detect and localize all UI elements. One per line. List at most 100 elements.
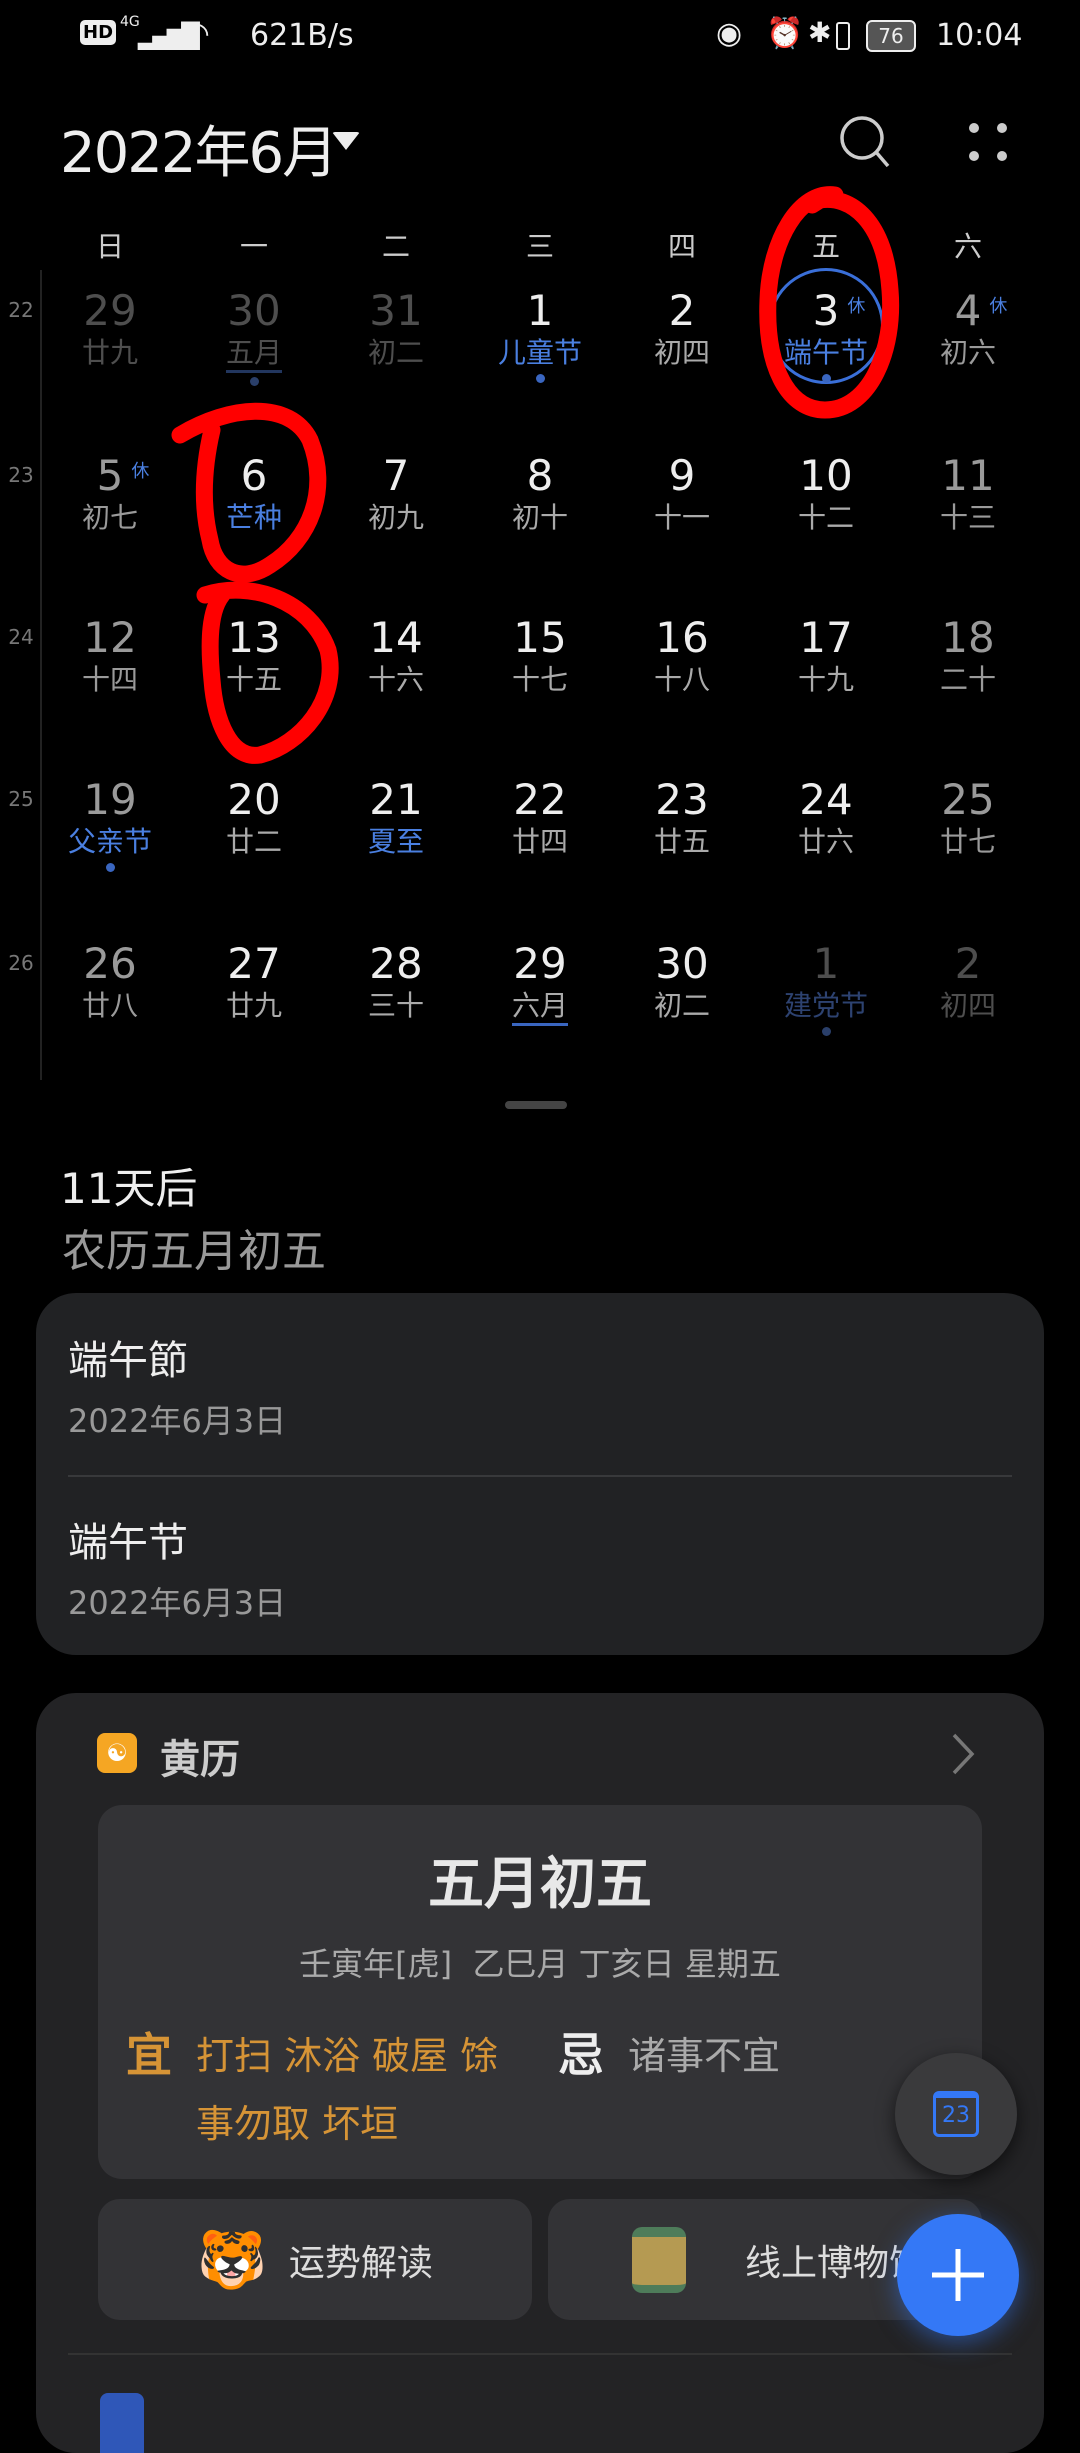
huangli-title[interactable]: 黄历 [160,1727,240,1785]
lunar-date: 廿六 [797,825,854,858]
day-number: 11 [941,451,994,501]
almanac-panel[interactable]: 五月初五 壬寅年[虎] 乙巳月 丁亥日 星期五 宜 打扫 沐浴 破屋 馀 事勿取… [98,1805,982,2179]
day-cell[interactable]: 15 十七 [470,613,610,763]
day-cell[interactable]: 23 廿五 [612,775,752,925]
day-number: 23 [655,775,708,825]
day-cell[interactable]: 1 建党节 [756,939,896,1089]
day-number-text: 2 [954,939,982,988]
day-cell[interactable]: 7 初九 [326,451,466,601]
weekday-header: 六 [953,230,982,263]
day-number: 25 [941,775,994,825]
day-number-text: 1 [526,286,554,335]
day-cell[interactable]: 2 初四 [898,939,1038,1089]
lunar-date: 夏至 [367,825,424,858]
day-number: 1 [527,286,554,336]
day-number: 12 [83,613,136,663]
event-dot [821,1027,831,1036]
day-cell[interactable]: 29 六月 [470,939,610,1089]
day-number: 29 [513,939,566,989]
today-button[interactable]: 23 [895,2053,1017,2175]
day-cell[interactable]: 6 芒种 [184,451,324,601]
day-cell[interactable]: 22 廿四 [470,775,610,925]
holiday-rest-badge: 休 [131,461,150,482]
day-cell[interactable]: 25 廿七 [898,775,1038,925]
day-cell[interactable]: 5休 初七 [40,451,180,601]
lunar-date: 芒种 [225,501,282,534]
lunar-date: 廿二 [225,825,282,858]
add-event-button[interactable] [897,2214,1019,2336]
day-number: 24 [799,775,852,825]
countdown-lunar: 农历五月初五 [62,1226,326,1277]
day-cell[interactable]: 9 十一 [612,451,752,601]
day-cell[interactable]: 26 廿八 [40,939,180,1089]
day-number: 1 [813,939,840,989]
lunar-date: 初十 [511,501,568,534]
chevron-down-icon[interactable] [332,132,360,150]
day-cell[interactable]: 10 十二 [756,451,896,601]
day-cell[interactable]: 12 十四 [40,613,180,763]
day-number: 29 [83,286,136,336]
day-cell[interactable]: 3休 端午节 [756,286,896,436]
day-cell[interactable]: 21 夏至 [326,775,466,925]
lunar-date: 廿五 [653,825,710,858]
fortune-button[interactable]: 🐯 运势解读 [98,2199,532,2320]
lunar-date: 十九 [797,663,854,696]
day-number: 26 [83,939,136,989]
day-number: 19 [83,775,136,825]
lunar-date: 初二 [367,336,424,369]
day-cell[interactable]: 18 二十 [898,613,1038,763]
day-cell[interactable]: 2 初四 [612,286,752,436]
search-icon[interactable] [836,112,896,172]
day-cell[interactable]: 20 廿二 [184,775,324,925]
day-number-text: 29 [83,286,137,335]
day-cell[interactable]: 16 十八 [612,613,752,763]
day-cell[interactable]: 14 十六 [326,613,466,763]
month-title[interactable]: 2022年6月 [60,108,338,189]
more-dots-icon[interactable] [966,120,1010,164]
vibrate-icon [836,22,850,50]
day-number-text: 29 [513,939,567,988]
lunar-date: 初九 [367,501,424,534]
day-number: 4休 [955,286,1008,336]
bluetooth-icon: ✱ [808,16,832,49]
day-cell[interactable]: 29 廿九 [40,286,180,436]
weekday-header: 五 [811,230,840,263]
day-number: 17 [799,613,852,663]
drag-handle[interactable] [505,1101,567,1109]
event-date: 2022年6月3日 [68,1584,287,1622]
day-number: 2 [669,286,696,336]
day-cell[interactable]: 19 父亲节 [40,775,180,925]
day-number-text: 26 [83,939,137,988]
day-number-text: 22 [513,775,567,824]
day-cell[interactable]: 28 三十 [326,939,466,1089]
day-cell[interactable]: 1 儿童节 [470,286,610,436]
day-cell[interactable]: 4休 初六 [898,286,1038,436]
ji-label: 忌 [558,2028,604,2082]
day-cell[interactable]: 30 初二 [612,939,752,1089]
day-number-text: 5 [96,451,124,500]
day-cell[interactable]: 24 廿六 [756,775,896,925]
holiday-rest-badge: 休 [847,296,866,317]
day-number: 10 [799,451,852,501]
day-cell[interactable]: 30 五月 [184,286,324,436]
lunar-date: 二十 [939,663,996,696]
event-dot [821,374,831,383]
day-cell[interactable]: 31 初二 [326,286,466,436]
chevron-right-icon[interactable] [948,1731,978,1777]
event-title: 端午节 [68,1520,188,1566]
day-cell[interactable]: 27 廿九 [184,939,324,1089]
lunar-date: 十四 [81,663,138,696]
event-dot [249,377,259,386]
day-cell[interactable]: 11 十三 [898,451,1038,601]
event-dot [105,863,115,872]
day-number-text: 21 [369,775,423,824]
tiger-icon: 🐯 [197,2227,267,2293]
day-cell[interactable]: 13 十五 [184,613,324,763]
eye-icon: ◉ [716,16,743,51]
day-number: 16 [655,613,708,663]
day-number: 22 [513,775,566,825]
day-cell[interactable]: 17 十九 [756,613,896,763]
day-cell[interactable]: 8 初十 [470,451,610,601]
day-number: 21 [369,775,422,825]
day-number-text: 31 [369,286,423,335]
